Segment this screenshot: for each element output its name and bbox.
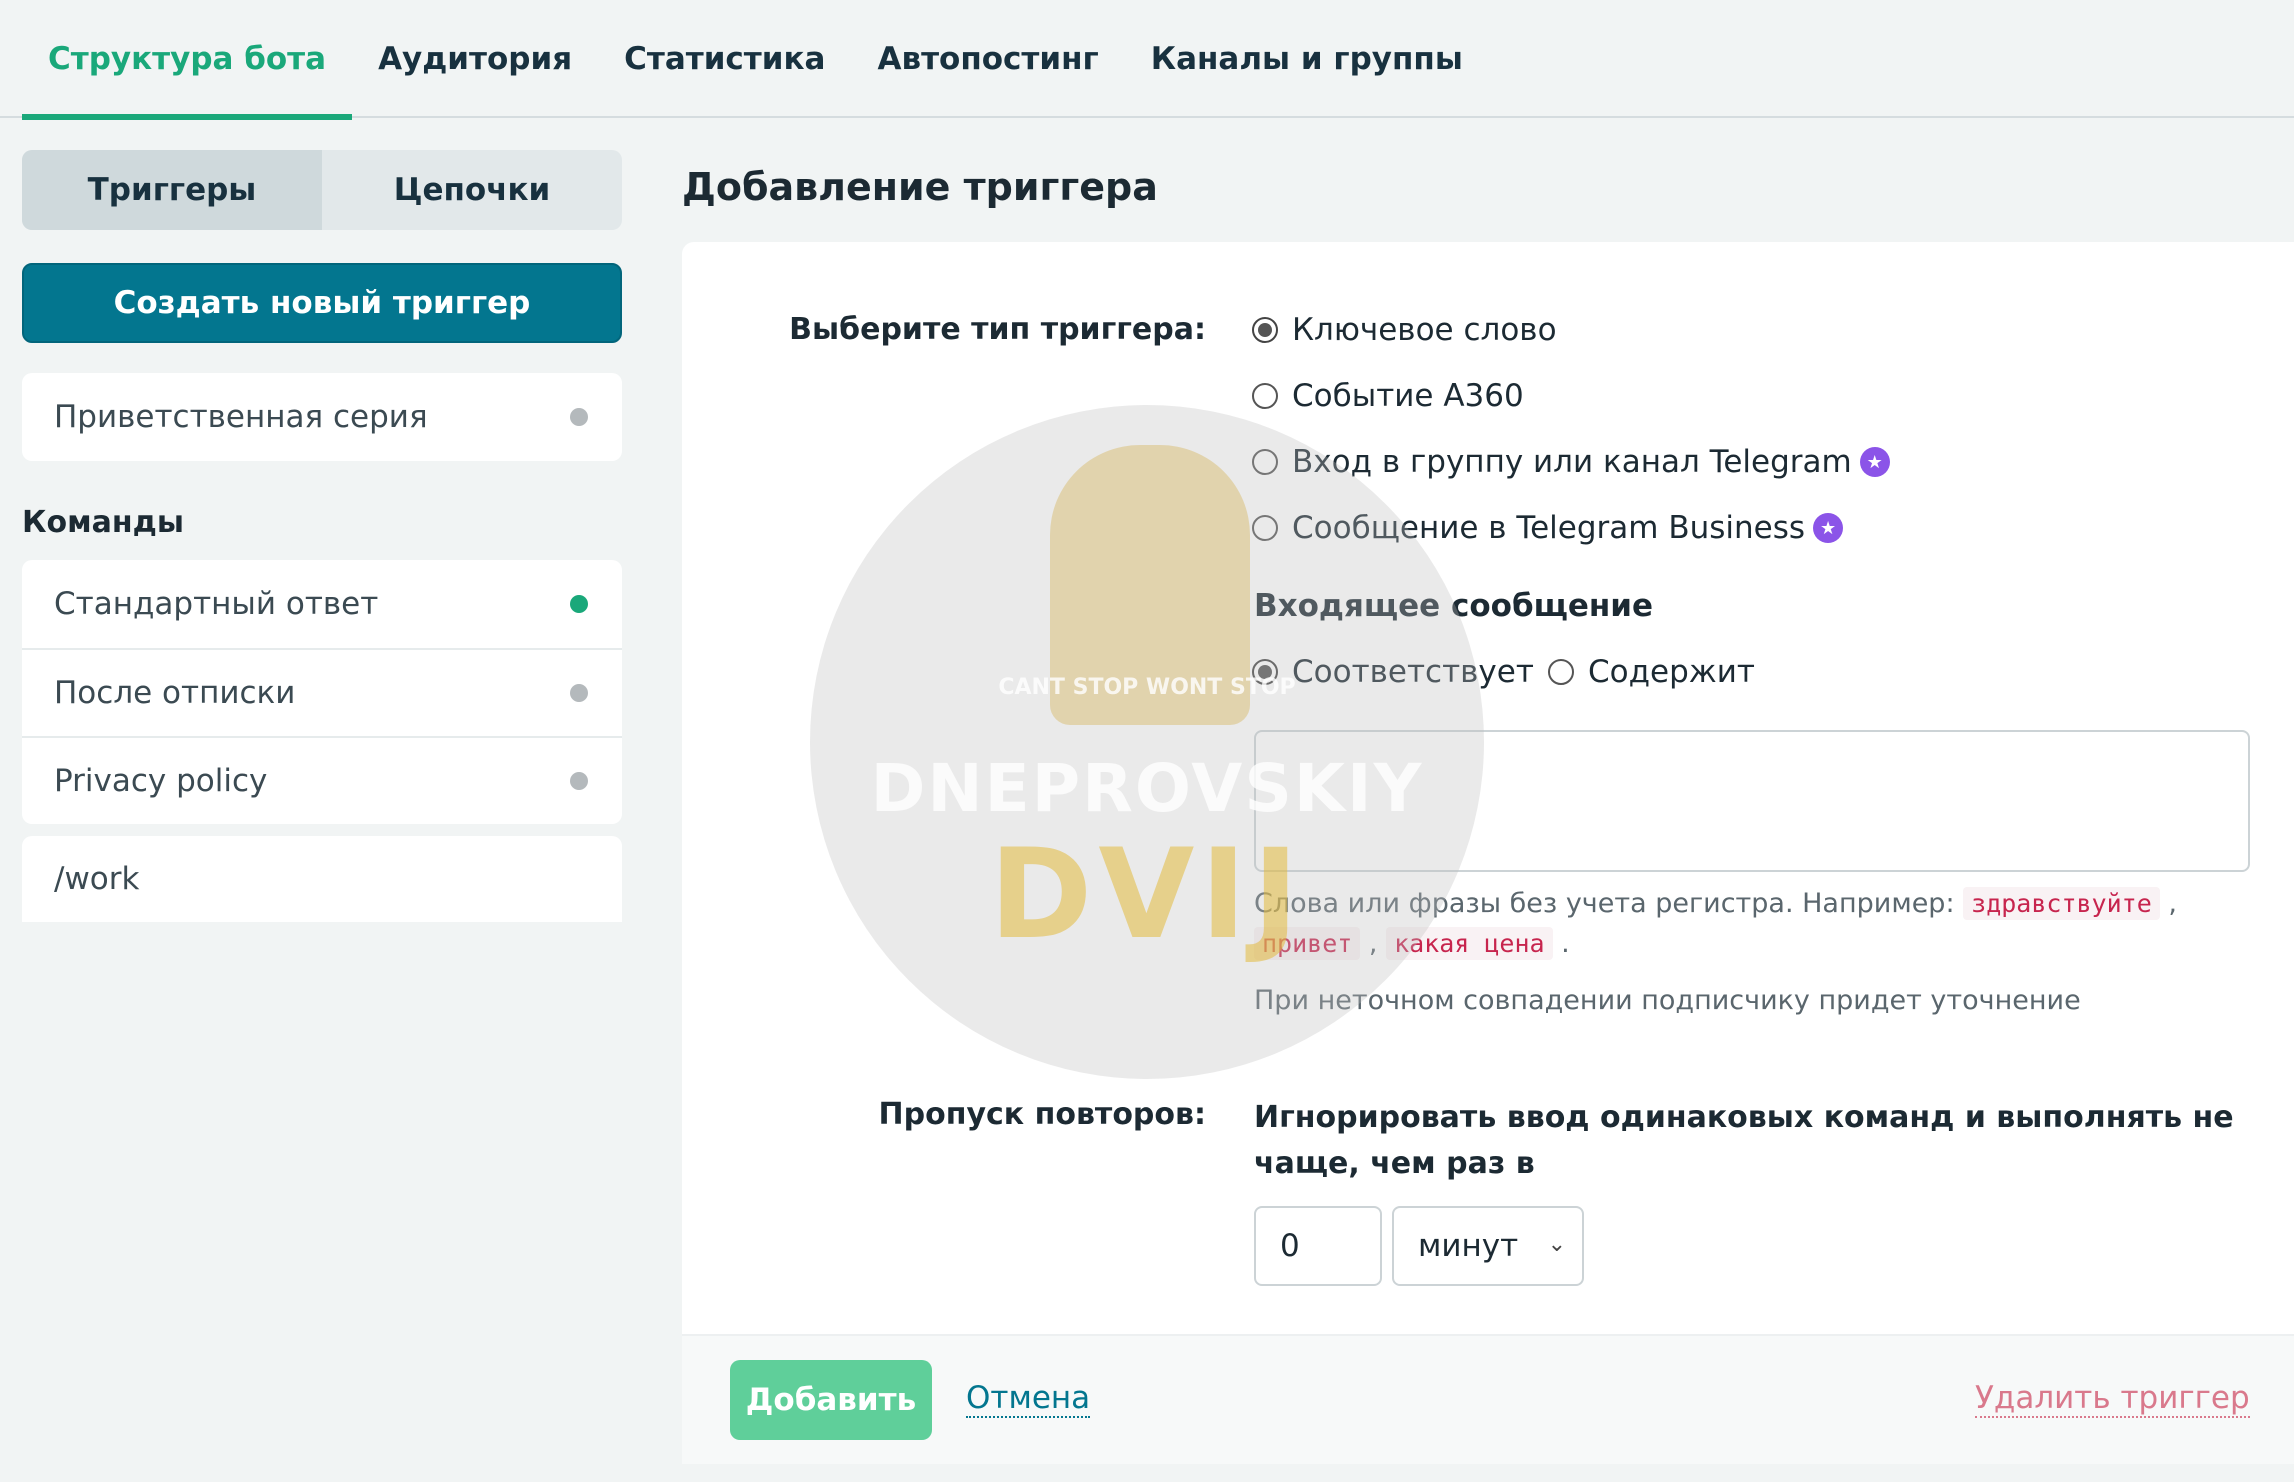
tab-bot-structure[interactable]: Структура бота	[22, 0, 353, 120]
segment-chains[interactable]: Цепочки	[322, 150, 622, 230]
tab-autoposting[interactable]: Автопостинг	[851, 0, 1124, 118]
example-keyword: привет	[1254, 927, 1361, 960]
radio-match-contains[interactable]: Содержит	[1548, 654, 1755, 690]
radio-label: Содержит	[1588, 654, 1755, 690]
app-root: Структура бота Аудитория Статистика Авто…	[0, 0, 2294, 1482]
list-item-work[interactable]: /work	[22, 836, 622, 922]
radio-icon	[1252, 449, 1278, 475]
premium-star-icon: ★	[1859, 447, 1890, 477]
chevron-down-icon: ⌄	[1547, 1232, 1566, 1257]
list-item-label: Стандартный ответ	[54, 586, 379, 622]
radio-match-exact[interactable]: Соответствует	[1252, 654, 1534, 690]
trigger-chain-switch: Триггеры Цепочки	[22, 150, 622, 230]
list-item-default-reply[interactable]: Стандартный ответ	[22, 560, 622, 648]
tab-channels-groups[interactable]: Каналы и группы	[1125, 0, 1489, 118]
radio-label: Вход в группу или канал Telegram	[1292, 444, 1852, 480]
tab-audience[interactable]: Аудитория	[352, 0, 598, 118]
add-button[interactable]: Добавить	[730, 1360, 932, 1440]
list-item-welcome-series[interactable]: Приветственная серия	[22, 373, 622, 461]
incoming-message-title: Входящее сообщение	[1254, 588, 1654, 624]
radio-keyword[interactable]: Ключевое слово	[1252, 312, 1557, 348]
radio-icon	[1252, 515, 1278, 541]
radio-label: Соответствует	[1292, 654, 1534, 690]
list-item-privacy-policy[interactable]: Privacy policy	[22, 736, 622, 824]
repeat-unit-select[interactable]: минут ⌄	[1392, 1206, 1584, 1286]
list-item-label: Приветственная серия	[54, 399, 428, 435]
status-dot-icon	[570, 684, 588, 702]
trigger-type-label: Выберите тип триггера:	[789, 312, 1206, 347]
page-title: Добавление триггера	[682, 165, 1158, 209]
status-dot-icon	[570, 408, 588, 426]
commands-title: Команды	[22, 505, 184, 540]
select-value: минут	[1418, 1228, 1519, 1264]
radio-icon	[1252, 659, 1278, 685]
repeat-interval-input[interactable]	[1254, 1206, 1382, 1286]
radio-icon	[1252, 383, 1278, 409]
premium-star-icon: ★	[1813, 513, 1844, 543]
radio-icon	[1548, 659, 1574, 685]
keywords-hint: Слова или фразы без учета регистра. Напр…	[1254, 887, 2177, 960]
repeat-skip-label: Пропуск повторов:	[878, 1097, 1206, 1132]
list-item-label: После отписки	[54, 675, 296, 711]
top-tabs: Структура бота Аудитория Статистика Авто…	[0, 0, 2294, 120]
radio-event-a360[interactable]: Событие A360	[1252, 378, 1524, 414]
keywords-input[interactable]	[1254, 730, 2250, 872]
radio-telegram-business[interactable]: Сообщение в Telegram Business ★	[1252, 510, 1844, 546]
list-item-label: Privacy policy	[54, 763, 268, 799]
radio-label: Событие A360	[1292, 378, 1524, 414]
create-trigger-button[interactable]: Создать новый триггер	[22, 263, 622, 343]
example-keyword: здравствуйте	[1963, 887, 2160, 920]
repeat-skip-description: Игнорировать ввод одинаковых команд и вы…	[1254, 1100, 2234, 1181]
delete-trigger-link[interactable]: Удалить триггер	[1975, 1380, 2250, 1418]
list-item-label: /work	[54, 861, 140, 897]
cancel-link[interactable]: Отмена	[966, 1380, 1091, 1418]
work-command-card: /work	[22, 836, 622, 922]
list-item-after-unsubscribe[interactable]: После отписки	[22, 648, 622, 736]
radio-telegram-join[interactable]: Вход в группу или канал Telegram ★	[1252, 444, 1890, 480]
radio-label: Ключевое слово	[1292, 312, 1557, 348]
status-dot-icon	[570, 595, 588, 613]
hint-text: Слова или фразы без учета регистра. Напр…	[1254, 888, 1955, 919]
radio-icon	[1252, 317, 1278, 343]
segment-triggers[interactable]: Триггеры	[22, 150, 322, 230]
radio-label: Сообщение в Telegram Business	[1292, 510, 1806, 546]
status-dot-icon	[570, 772, 588, 790]
welcome-series-card: Приветственная серия	[22, 373, 622, 461]
example-keyword: какая цена	[1386, 927, 1553, 960]
tab-statistics[interactable]: Статистика	[598, 0, 851, 118]
commands-list: Стандартный ответ После отписки Privacy …	[22, 560, 622, 824]
fuzzy-hint: При неточном совпадении подписчику приде…	[1254, 985, 2081, 1016]
